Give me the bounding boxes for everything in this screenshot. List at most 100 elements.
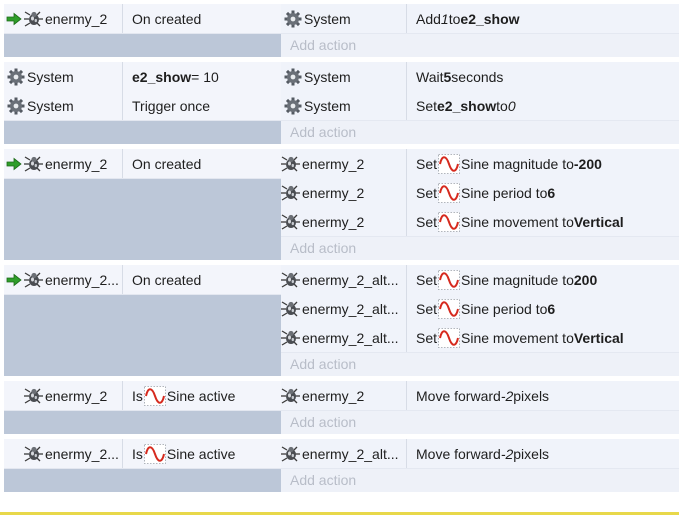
actions-column[interactable]: enermy_2_alt... Move forward -2 pixels Add…	[281, 439, 679, 492]
action-text[interactable]: Set Sine magnitude to 200	[407, 265, 679, 294]
text-fragment: Set	[416, 155, 438, 172]
action-row[interactable]: enermy_2_alt... Move forward -2 pixels	[281, 439, 679, 469]
action-row[interactable]: enermy_2_alt... Set Sine magnitude to 200	[281, 265, 679, 295]
action-text[interactable]: Move forward -2 pixels	[407, 439, 679, 468]
condition-text[interactable]: Is Sine active	[123, 381, 281, 410]
conditions-column[interactable]: enermy_2 On created	[4, 149, 281, 260]
actions-column[interactable]: System Wait 5 seconds System Set e2_show to…	[281, 62, 679, 144]
text-fragment: On created	[132, 155, 202, 172]
conditions-column[interactable]: enermy_2... Is Sine active	[4, 439, 281, 492]
event-block[interactable]: enermy_2 On created enermy_2 Set Sine magni…	[4, 149, 679, 260]
action-text[interactable]: Set Sine movement to Vertical	[407, 207, 679, 236]
add-action-link[interactable]: Add action	[281, 236, 679, 260]
object-name: System	[27, 68, 74, 85]
action-object-cell[interactable]: System	[281, 91, 407, 120]
sine-icon	[438, 182, 460, 203]
event-block[interactable]: enermy_2 On created System Add 1 to e2_show…	[4, 4, 679, 57]
text-fragment: Set	[416, 213, 438, 230]
action-row[interactable]: enermy_2 Set Sine period to 6	[281, 178, 679, 208]
condition-text[interactable]: Trigger once	[123, 91, 281, 120]
condition-row[interactable]: System Trigger once	[4, 91, 281, 121]
action-row[interactable]: enermy_2_alt... Set Sine period to 6	[281, 294, 679, 324]
actions-column[interactable]: System Add 1 to e2_show Add action	[281, 4, 679, 57]
action-text[interactable]: Set Sine period to 6	[407, 294, 679, 323]
action-row[interactable]: System Add 1 to e2_show	[281, 4, 679, 34]
actions-column[interactable]: enermy_2 Set Sine magnitude to -200 enermy…	[281, 149, 679, 260]
add-action-link[interactable]: Add action	[281, 120, 679, 144]
condition-object-cell[interactable]: enermy_2	[4, 381, 123, 410]
condition-row[interactable]: System e2_show = 10	[4, 62, 281, 92]
action-row[interactable]: enermy_2 Set Sine magnitude to -200	[281, 149, 679, 179]
object-name: enermy_2...	[45, 445, 119, 462]
add-action-link[interactable]: Add action	[281, 352, 679, 376]
text-fragment: Sine active	[166, 445, 236, 462]
action-object-cell[interactable]: enermy_2_alt...	[281, 265, 407, 294]
event-block[interactable]: enermy_2... On created enermy_2_alt... Set …	[4, 265, 679, 376]
condition-row[interactable]: enermy_2... On created	[4, 265, 281, 295]
action-text[interactable]: Set Sine magnitude to -200	[407, 149, 679, 178]
event-block[interactable]: enermy_2 Is Sine active enermy_2 Move forwa…	[4, 381, 679, 434]
action-row[interactable]: System Wait 5 seconds	[281, 62, 679, 92]
condition-row[interactable]: enermy_2 On created	[4, 149, 281, 179]
gear-icon	[7, 97, 25, 114]
action-text[interactable]: Add 1 to e2_show	[407, 4, 679, 33]
action-row[interactable]: enermy_2 Set Sine movement to Vertical	[281, 207, 679, 237]
text-fragment: Vertical	[573, 213, 624, 230]
text-fragment: 1	[440, 10, 449, 27]
action-text[interactable]: Move forward -2 pixels	[407, 381, 679, 410]
add-action-link[interactable]: Add action	[281, 33, 679, 57]
trigger-arrow-icon	[6, 273, 22, 286]
action-object-cell[interactable]: System	[281, 4, 407, 33]
text-fragment: Wait	[416, 68, 444, 85]
conditions-column[interactable]: System e2_show = 10 System Trigger once	[4, 62, 281, 144]
sine-icon	[143, 443, 166, 464]
condition-row[interactable]: enermy_2... Is Sine active	[4, 439, 281, 469]
bug-icon	[281, 213, 300, 230]
condition-text[interactable]: On created	[123, 265, 281, 294]
action-object-cell[interactable]: enermy_2_alt...	[281, 294, 407, 323]
action-text[interactable]: Set Sine period to 6	[407, 178, 679, 207]
action-row[interactable]: enermy_2_alt... Set Sine movement to Vert…	[281, 323, 679, 353]
text-fragment: Set	[416, 329, 438, 346]
condition-object-cell[interactable]: System	[4, 62, 123, 91]
condition-row[interactable]: enermy_2 On created	[4, 4, 281, 34]
conditions-column[interactable]: enermy_2 On created	[4, 4, 281, 57]
text-fragment: seconds	[451, 68, 504, 85]
conditions-column[interactable]: enermy_2 Is Sine active	[4, 381, 281, 434]
action-object-cell[interactable]: enermy_2	[281, 178, 407, 207]
action-text[interactable]: Wait 5 seconds	[407, 62, 679, 91]
action-object-cell[interactable]: enermy_2_alt...	[281, 323, 407, 352]
condition-text[interactable]: On created	[123, 149, 281, 178]
gear-icon	[284, 97, 302, 114]
condition-object-cell[interactable]: enermy_2	[4, 149, 123, 178]
action-object-cell[interactable]: enermy_2_alt...	[281, 439, 407, 468]
event-block[interactable]: System e2_show = 10 System Trigger once Syst…	[4, 62, 679, 144]
action-object-cell[interactable]: enermy_2	[281, 381, 407, 410]
condition-object-cell[interactable]: enermy_2...	[4, 439, 123, 468]
event-block[interactable]: enermy_2... Is Sine active enermy_2_alt...…	[4, 439, 679, 492]
condition-text[interactable]: Is Sine active	[123, 439, 281, 468]
bug-icon	[24, 10, 43, 27]
action-row[interactable]: System Set e2_show to 0	[281, 91, 679, 121]
action-object-cell[interactable]: enermy_2	[281, 207, 407, 236]
action-text[interactable]: Set Sine movement to Vertical	[407, 323, 679, 352]
object-name: enermy_2	[45, 387, 108, 404]
add-action-link[interactable]: Add action	[281, 468, 679, 492]
bug-icon	[281, 271, 300, 288]
action-text[interactable]: Set e2_show to 0	[407, 91, 679, 120]
actions-column[interactable]: enermy_2_alt... Set Sine magnitude to 200…	[281, 265, 679, 376]
condition-text[interactable]: e2_show = 10	[123, 62, 281, 91]
conditions-column[interactable]: enermy_2... On created	[4, 265, 281, 376]
action-object-cell[interactable]: enermy_2	[281, 149, 407, 178]
action-object-cell[interactable]: System	[281, 62, 407, 91]
condition-object-cell[interactable]: System	[4, 91, 123, 120]
action-row[interactable]: enermy_2 Move forward -2 pixels	[281, 381, 679, 411]
actions-column[interactable]: enermy_2 Move forward -2 pixels Add action	[281, 381, 679, 434]
add-action-link[interactable]: Add action	[281, 410, 679, 434]
condition-row[interactable]: enermy_2 Is Sine active	[4, 381, 281, 411]
condition-object-cell[interactable]: enermy_2...	[4, 265, 123, 294]
condition-text[interactable]: On created	[123, 4, 281, 33]
condition-object-cell[interactable]: enermy_2	[4, 4, 123, 33]
object-name: enermy_2_alt...	[302, 329, 399, 346]
sine-icon	[438, 327, 460, 348]
